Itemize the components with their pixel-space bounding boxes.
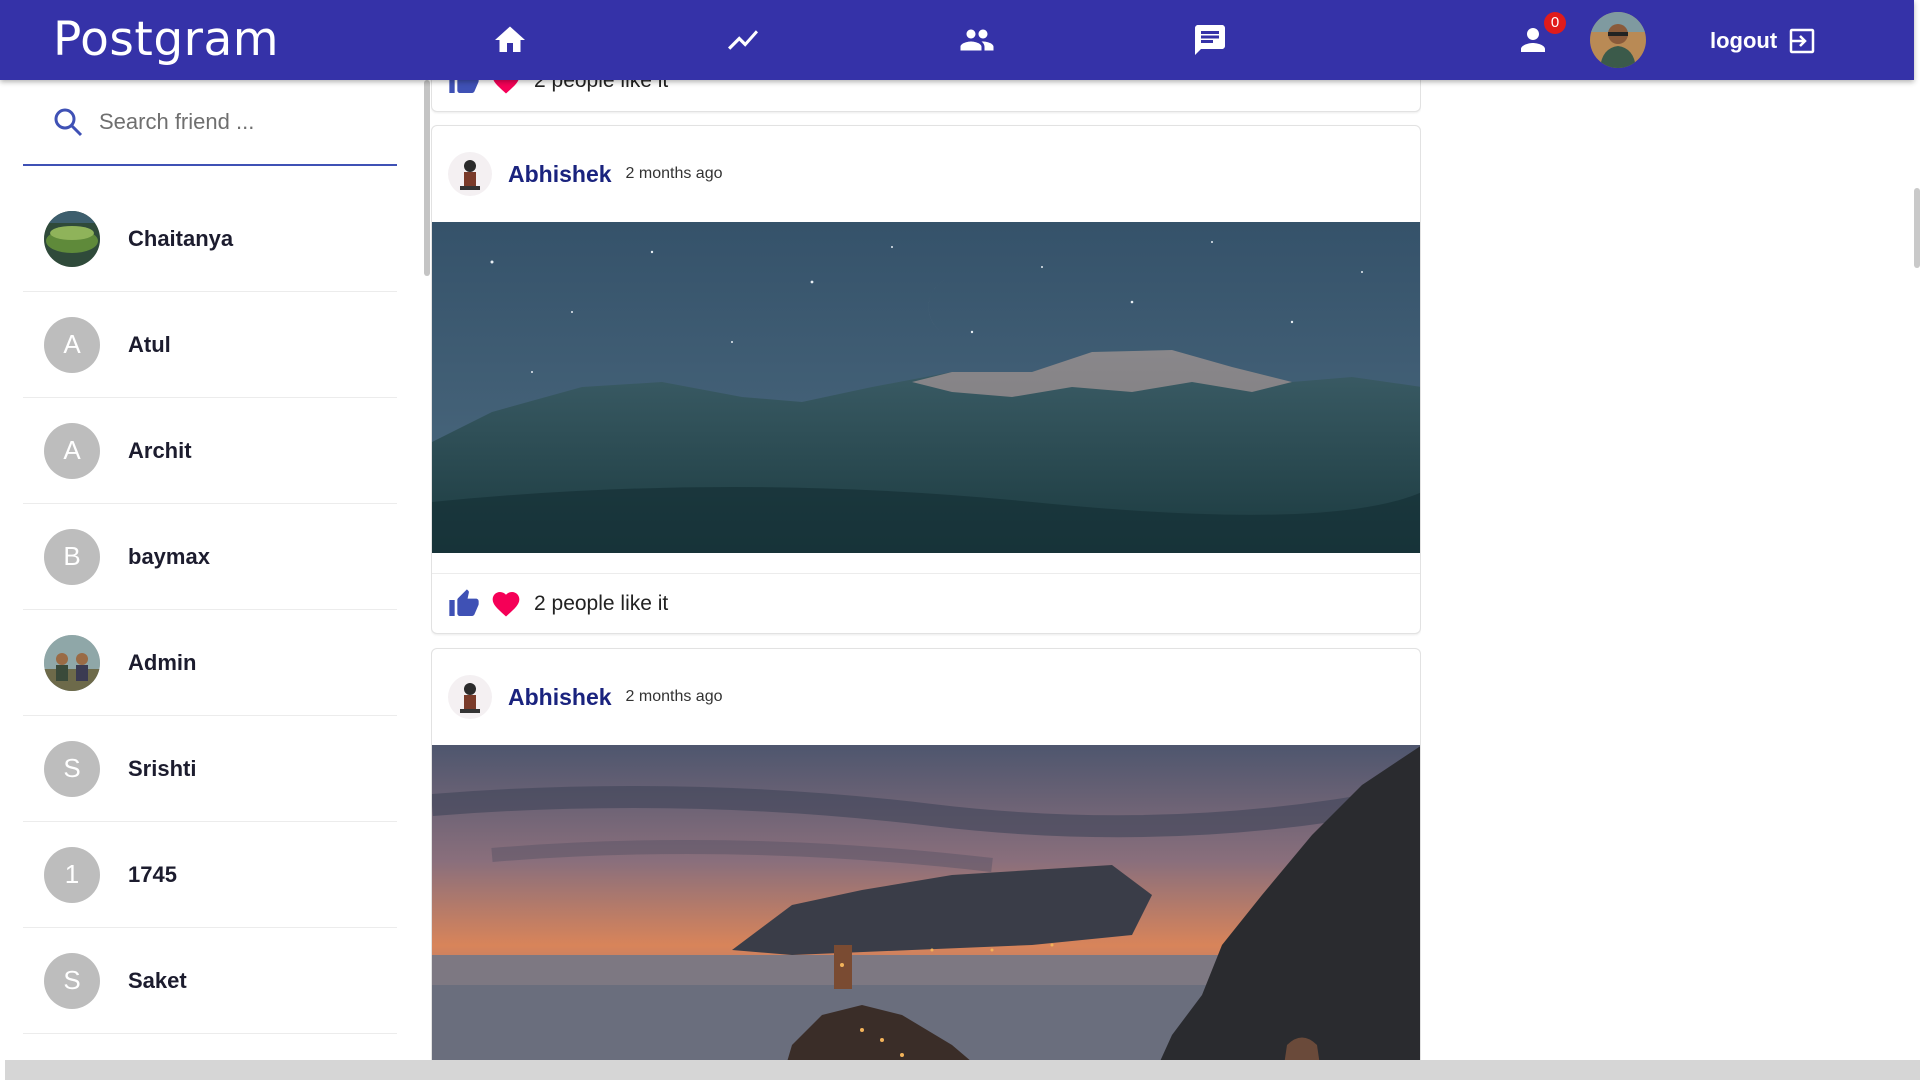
friend-name: Saket bbox=[128, 967, 187, 993]
search-bar bbox=[23, 80, 397, 166]
post-time: 2 months ago bbox=[625, 165, 723, 182]
post-feed: 2 people like it Abhishek 2 months ago 2… bbox=[431, 0, 1421, 1060]
avatar bbox=[44, 210, 100, 267]
friend-list: Chaitanya A Atul A Archit B baymax Admin… bbox=[23, 186, 397, 1034]
post-author[interactable]: Abhishek bbox=[508, 161, 612, 188]
friend-name: Atul bbox=[128, 331, 171, 357]
avatar: B bbox=[44, 528, 100, 585]
friend-item-chaitanya[interactable]: Chaitanya bbox=[23, 186, 397, 292]
people-icon[interactable] bbox=[957, 20, 997, 60]
friend-item-archit[interactable]: A Archit bbox=[23, 398, 397, 504]
friend-name: 1745 bbox=[128, 861, 177, 887]
friend-item-1745[interactable]: 1 1745 bbox=[23, 822, 397, 928]
avatar: A bbox=[44, 422, 100, 479]
avatar: S bbox=[44, 952, 100, 1009]
sidebar-scrollbar[interactable] bbox=[424, 80, 430, 276]
post-header: Abhishek 2 months ago bbox=[432, 126, 1420, 222]
likes-count: 2 people like it bbox=[534, 591, 669, 615]
logout-icon bbox=[1789, 28, 1815, 54]
brand-logo[interactable]: Postgram bbox=[53, 12, 279, 67]
friends-sidebar: Chaitanya A Atul A Archit B baymax Admin… bbox=[0, 80, 430, 1060]
page-scrollbar[interactable] bbox=[1914, 188, 1920, 268]
avatar: A bbox=[44, 316, 100, 373]
friend-item-baymax[interactable]: B baymax bbox=[23, 504, 397, 610]
avatar: 1 bbox=[44, 846, 100, 903]
post-actions: 2 people like it bbox=[432, 573, 1420, 633]
friend-name: Srishti bbox=[128, 755, 197, 781]
friend-item-srishti[interactable]: S Srishti bbox=[23, 716, 397, 822]
chat-icon[interactable] bbox=[1190, 20, 1230, 60]
heart-icon[interactable] bbox=[490, 588, 522, 620]
friend-item-atul[interactable]: A Atul bbox=[23, 292, 397, 398]
like-icon[interactable] bbox=[448, 588, 480, 620]
author-avatar[interactable] bbox=[446, 150, 494, 198]
friend-name: Chaitanya bbox=[128, 225, 234, 251]
friend-name: Admin bbox=[128, 649, 197, 675]
author-avatar[interactable] bbox=[446, 673, 494, 721]
post-image bbox=[432, 745, 1420, 1060]
search-input[interactable] bbox=[99, 109, 389, 135]
post-author[interactable]: Abhishek bbox=[508, 684, 612, 711]
logout-label: logout bbox=[1710, 28, 1778, 53]
friend-name: baymax bbox=[128, 543, 210, 569]
post-card: Abhishek 2 months ago bbox=[431, 125, 1421, 634]
logout-button[interactable]: logout bbox=[1710, 24, 1817, 58]
post-header: Abhishek 2 months ago bbox=[432, 649, 1420, 745]
user-avatar[interactable] bbox=[1590, 12, 1646, 68]
horizontal-scrollbar[interactable] bbox=[5, 1060, 1920, 1080]
search-icon bbox=[54, 108, 83, 137]
friend-item-saket[interactable]: S Saket bbox=[23, 928, 397, 1034]
friend-name: Archit bbox=[128, 437, 192, 463]
post-image bbox=[432, 222, 1420, 553]
home-icon[interactable] bbox=[490, 20, 530, 60]
friend-item-admin[interactable]: Admin bbox=[23, 610, 397, 716]
trending-icon[interactable] bbox=[723, 20, 763, 60]
notification-badge: 0 bbox=[1544, 12, 1566, 34]
avatar: S bbox=[44, 740, 100, 797]
avatar bbox=[44, 634, 100, 691]
app-bar: Postgram 0 logout bbox=[0, 0, 1914, 80]
post-time: 2 months ago bbox=[625, 688, 723, 705]
post-card: Abhishek 2 months ago bbox=[431, 648, 1421, 1060]
